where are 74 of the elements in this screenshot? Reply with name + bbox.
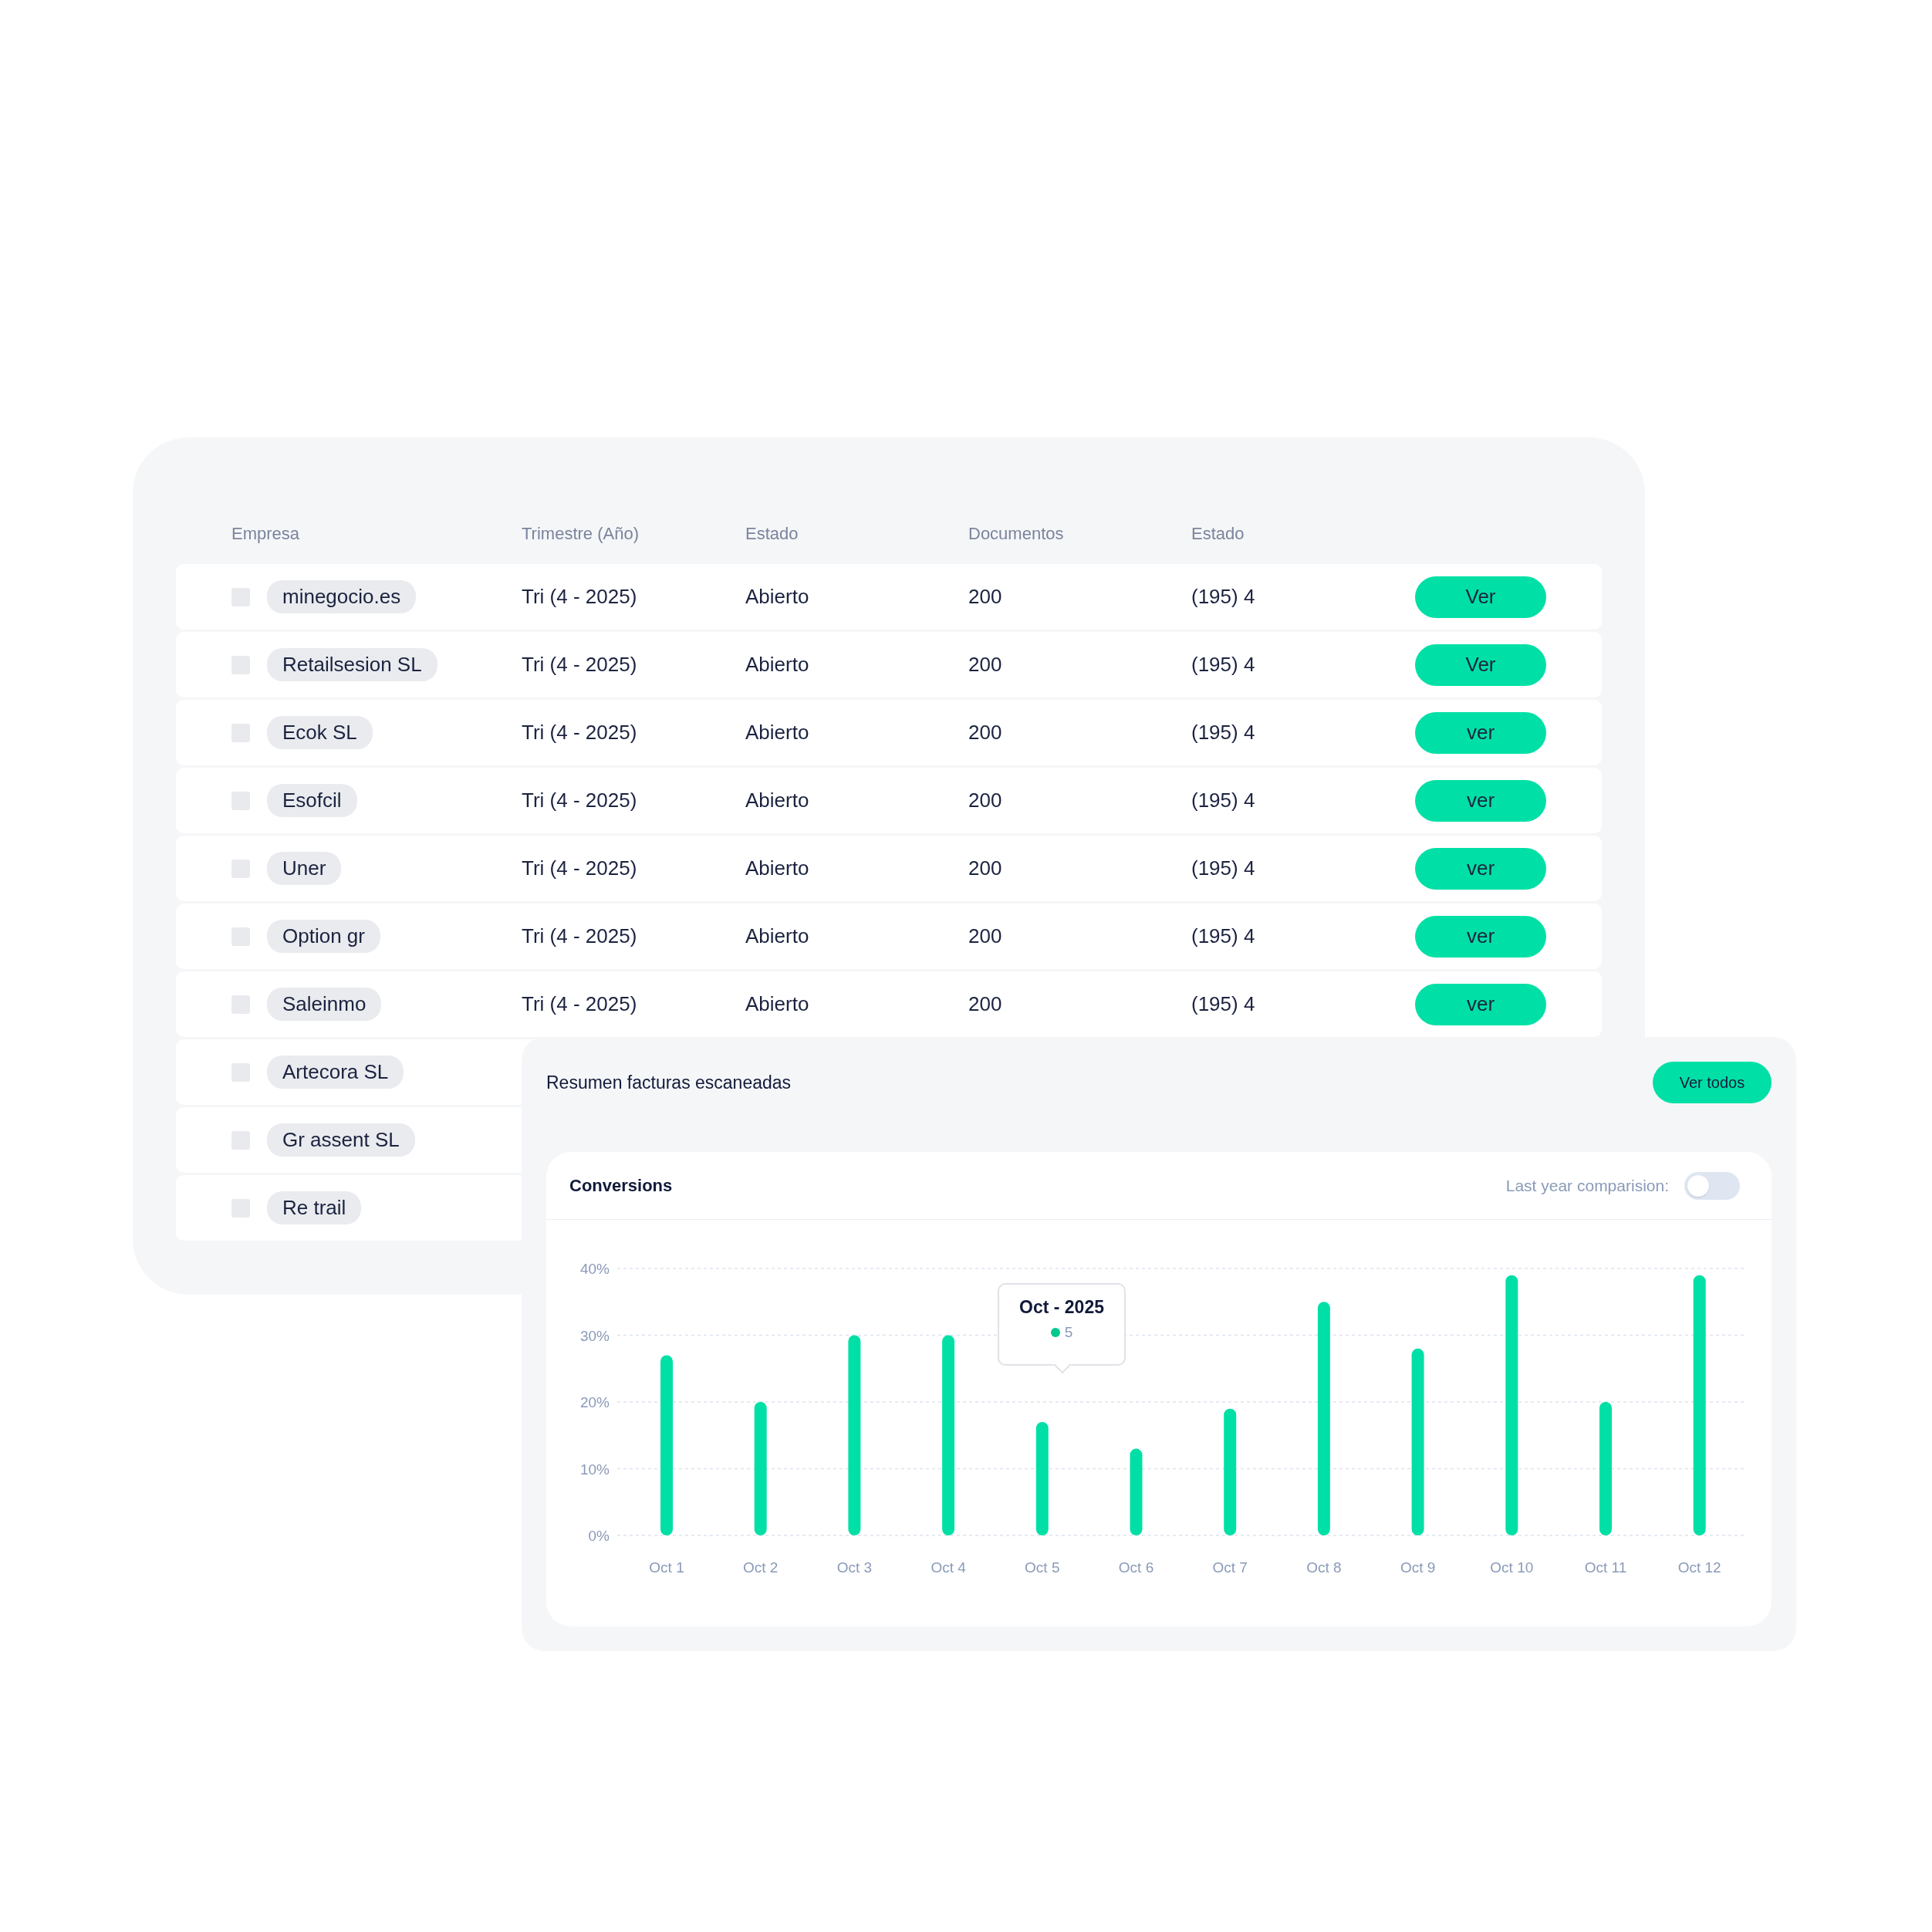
- table-cell-text: Abierto: [745, 653, 810, 677]
- company-tag: Gr assent SL: [267, 1123, 415, 1157]
- y-axis-label: 0%: [588, 1528, 610, 1544]
- table-cell-text: Tri (4 - 2025): [522, 856, 638, 880]
- column-header: Documentos: [968, 524, 1065, 544]
- y-axis-label: 40%: [579, 1261, 610, 1277]
- x-axis-label: Oct 5: [1025, 1559, 1060, 1576]
- table-cell-text: (195) 4: [1191, 721, 1256, 745]
- company-tag: Option gr: [267, 920, 380, 953]
- table-cell-text: Abierto: [745, 585, 810, 609]
- x-axis-label: Oct 3: [836, 1559, 873, 1576]
- table-cell-text: Tri (4 - 2025): [522, 721, 638, 745]
- y-axis-label: 10%: [579, 1461, 610, 1478]
- table-cell-text: Abierto: [745, 789, 810, 812]
- table-cell-text: (195) 4: [1191, 924, 1256, 948]
- table-cell-text: 200: [968, 721, 1003, 745]
- company-tag: Saleinmo: [267, 988, 382, 1021]
- x-axis-label: Oct 10: [1490, 1559, 1534, 1576]
- table-cell-text: 200: [968, 789, 1003, 812]
- table-cell-text: Abierto: [745, 721, 810, 745]
- view-button[interactable]: ver: [1415, 711, 1546, 754]
- y-axis-label: 20%: [579, 1394, 610, 1410]
- table-cell-text: (195) 4: [1191, 856, 1256, 880]
- table-cell-text: (195) 4: [1191, 992, 1256, 1016]
- table-cell-text: 200: [968, 653, 1003, 677]
- x-axis-label: Oct 9: [1400, 1559, 1436, 1576]
- table-cell-text: (195) 4: [1191, 585, 1256, 609]
- y-axis-label: 30%: [579, 1327, 610, 1344]
- column-header: Estado: [1191, 524, 1245, 544]
- company-tag: Artecora SL: [267, 1056, 404, 1089]
- company-tag: minegocio.es: [267, 580, 417, 613]
- x-axis-label: Oct 1: [649, 1559, 684, 1576]
- view-button[interactable]: ver: [1415, 983, 1546, 1025]
- view-button[interactable]: Ver: [1415, 643, 1546, 686]
- table-cell-text: Tri (4 - 2025): [522, 585, 638, 609]
- x-axis-label: Oct 6: [1118, 1559, 1154, 1576]
- company-tag: Esofcil: [267, 784, 357, 817]
- x-axis-label: Oct 7: [1212, 1559, 1248, 1576]
- table-cell-text: Abierto: [745, 924, 810, 948]
- table-cell-text: Tri (4 - 2025): [522, 653, 638, 677]
- table-cell-text: Tri (4 - 2025): [522, 992, 638, 1016]
- x-axis-label: Oct 12: [1677, 1559, 1721, 1576]
- table-cell-text: Tri (4 - 2025): [522, 789, 638, 812]
- toggle-switch[interactable]: [1684, 1171, 1740, 1200]
- view-button[interactable]: ver: [1415, 847, 1546, 890]
- company-tag: Uner: [267, 852, 342, 885]
- table-cell-text: (195) 4: [1191, 653, 1256, 677]
- table-cell-text: Abierto: [745, 856, 810, 880]
- view-button[interactable]: Ver: [1415, 576, 1546, 618]
- view-all-button[interactable]: Ver todos: [1653, 1062, 1772, 1103]
- table-cell-text: 200: [968, 924, 1003, 948]
- column-header: Empresa: [231, 524, 301, 544]
- x-axis-label: Oct 2: [743, 1559, 779, 1576]
- company-tag: Re trail: [267, 1191, 362, 1224]
- x-axis-label: Oct 8: [1306, 1559, 1342, 1576]
- x-axis-label: Oct 4: [931, 1559, 966, 1576]
- view-button[interactable]: ver: [1415, 779, 1546, 822]
- table-cell-text: (195) 4: [1191, 789, 1256, 812]
- panel-title: Resumen facturas escaneadas: [546, 1072, 792, 1093]
- tooltip-title: Oct - 2025: [1019, 1297, 1104, 1318]
- x-axis-label: Oct 11: [1584, 1559, 1627, 1576]
- column-header: Estado: [745, 524, 799, 544]
- company-tag: Ecok SL: [267, 716, 373, 749]
- table-cell-text: 200: [968, 856, 1003, 880]
- view-button[interactable]: ver: [1415, 915, 1546, 958]
- tooltip-value: 5: [1064, 1324, 1073, 1341]
- chart-title: Conversions: [569, 1175, 673, 1196]
- table-cell-text: Abierto: [745, 992, 810, 1016]
- table-cell-text: 200: [968, 992, 1003, 1016]
- table-cell-text: 200: [968, 585, 1003, 609]
- table-cell-text: Tri (4 - 2025): [522, 924, 638, 948]
- company-tag: Retailsesion SL: [267, 648, 437, 681]
- toggle-label: Last year comparision:: [1505, 1176, 1669, 1195]
- column-header: Trimestre (Año): [522, 524, 640, 544]
